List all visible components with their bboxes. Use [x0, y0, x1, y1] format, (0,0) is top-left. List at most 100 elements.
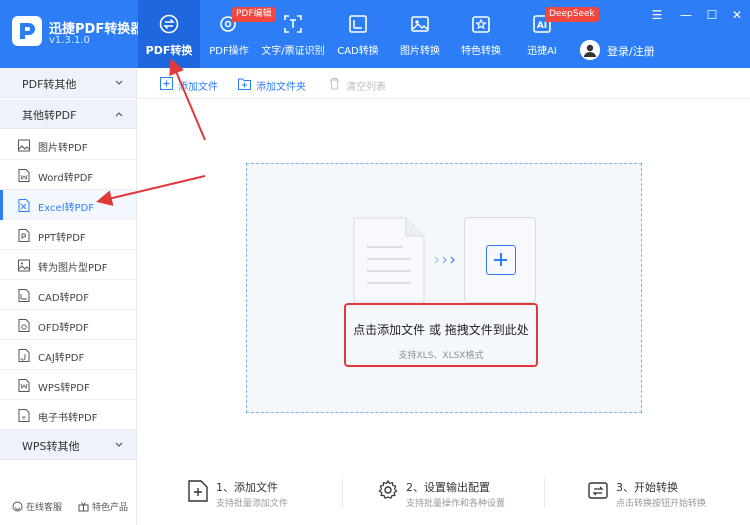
gift-icon — [78, 502, 89, 512]
trash-icon — [330, 78, 339, 90]
minimize-icon[interactable]: — — [679, 8, 693, 22]
nav-label: PDF转换 — [145, 44, 193, 57]
sidebar-item-ppt-to-pdf[interactable]: PPT转PDF — [0, 220, 136, 250]
avatar — [580, 40, 600, 60]
step-add-file: 1、添加文件 支持批量添加文件 — [188, 470, 388, 515]
headset-icon — [12, 501, 23, 512]
start-convert-icon — [588, 482, 608, 499]
image-file-icon — [18, 139, 30, 152]
deepseek-tag: DeepSeek — [545, 7, 599, 22]
app-header: 迅捷PDF转换器 v1.3.1.0 PDF转换 PDF操作 PDF编辑 文字/票… — [0, 0, 750, 68]
nav-image[interactable]: 图片转换 — [394, 0, 446, 68]
sidebar-item-image-to-pdf[interactable]: 图片转PDF — [0, 130, 136, 160]
sidebar-item-label: 转为图片型PDF — [38, 263, 108, 274]
step-desc: 支持批量操作和各种设置 — [406, 499, 506, 509]
ebook-file-icon: e — [18, 409, 30, 422]
login-label: 登录/注册 — [607, 45, 655, 58]
sidebar-item-label: 图片转PDF — [38, 143, 88, 154]
sidebar-item-ofd-to-pdf[interactable]: OFD转PDF — [0, 310, 136, 340]
arrows-icon — [434, 256, 455, 264]
step-title: 3、开始转换 — [616, 481, 678, 494]
menu-icon[interactable]: ☰ — [650, 8, 664, 22]
toolbar: 添加文件 添加文件夹 清空列表 — [138, 68, 750, 99]
sidebar-item-label: WPS转PDF — [38, 383, 90, 394]
chevron-down-icon — [115, 442, 123, 447]
drop-zone-main-text: 点击添加文件 或 拖拽文件到此处 — [353, 323, 529, 337]
svg-text:AI: AI — [537, 21, 547, 31]
online-support-label: 在线客服 — [26, 503, 63, 513]
nav-label: 图片转换 — [400, 46, 440, 57]
nav-cad[interactable]: CAD转换 — [332, 0, 384, 68]
maximize-icon[interactable]: ☐ — [705, 8, 719, 22]
sidebar-item-label: OFD转PDF — [38, 323, 89, 334]
clear-list-label: 清空列表 — [346, 82, 386, 93]
settings-icon — [378, 480, 398, 499]
sidebar-footer: 在线客服 特色产品 — [0, 488, 136, 525]
step-divider — [342, 478, 343, 508]
wps-file-icon — [18, 379, 30, 392]
add-folder-label: 添加文件夹 — [256, 82, 306, 93]
sidebar-item-wps-to-pdf[interactable]: WPS转PDF — [0, 370, 136, 400]
cad-file-icon — [18, 289, 30, 302]
featured-products-label: 特色产品 — [92, 503, 129, 513]
sidebar-group-label: WPS转其他 — [22, 440, 80, 453]
svg-text:e: e — [22, 415, 26, 422]
sidebar-group-pdf-to-other[interactable]: PDF转其他 — [0, 68, 136, 98]
add-file-label: 添加文件 — [178, 82, 218, 93]
excel-file-icon — [18, 199, 30, 212]
add-folder-icon — [238, 78, 251, 90]
chevron-up-icon — [115, 112, 123, 117]
nav-ocr[interactable]: 文字/票证识别 — [258, 0, 328, 68]
sidebar-item-cad-to-pdf[interactable]: CAD转PDF — [0, 280, 136, 310]
avatar-icon — [580, 40, 600, 60]
star-icon — [472, 16, 490, 33]
sidebar-item-word-to-pdf[interactable]: Word转PDF — [0, 160, 136, 190]
app-logo — [12, 16, 42, 46]
sidebar-group-other-to-pdf[interactable]: 其他转PDF — [0, 99, 136, 129]
document-icon — [353, 217, 425, 303]
step-desc: 点击转换按钮开始转换 — [616, 499, 707, 509]
app-logo-icon — [20, 23, 35, 39]
sidebar: PDF转其他 其他转PDF 图片转PDF Word转PDF Excel转PDF … — [0, 68, 137, 525]
step-settings: 2、设置输出配置 支持批量操作和各种设置 — [378, 470, 578, 515]
sidebar-group-label: 其他转PDF — [22, 109, 77, 122]
nav-label: 迅捷AI — [527, 46, 557, 57]
sidebar-item-label: CAD转PDF — [38, 293, 90, 304]
nav-label: 特色转换 — [461, 46, 501, 57]
convert-icon — [159, 14, 179, 34]
sidebar-item-caj-to-pdf[interactable]: CAJ转PDF — [0, 340, 136, 370]
caj-file-icon — [18, 349, 30, 362]
close-icon[interactable]: ✕ — [730, 8, 744, 22]
step-title: 2、设置输出配置 — [406, 481, 490, 494]
plus-icon — [486, 245, 516, 275]
sidebar-item-label: Excel转PDF — [38, 203, 94, 214]
drop-zone-sub-text: 支持XLS、XLSX格式 — [398, 351, 484, 361]
step-title: 1、添加文件 — [216, 481, 278, 494]
chevron-down-icon — [115, 80, 123, 85]
image-icon — [411, 16, 429, 32]
add-file-card[interactable] — [464, 217, 536, 303]
sidebar-group-wps-to-other[interactable]: WPS转其他 — [0, 430, 136, 460]
file-drop-zone[interactable]: 点击添加文件 或 拖拽文件到此处 支持XLS、XLSX格式 — [246, 163, 642, 413]
sidebar-item-label: PPT转PDF — [38, 233, 86, 244]
add-file-icon — [188, 480, 208, 502]
sidebar-group-label: PDF转其他 — [22, 78, 77, 91]
sidebar-item-excel-to-pdf[interactable]: Excel转PDF — [0, 190, 136, 220]
nav-label: CAD转换 — [337, 46, 379, 57]
ocr-icon — [284, 15, 302, 33]
sidebar-item-ebook-to-pdf[interactable]: e 电子书转PDF — [0, 400, 136, 430]
sidebar-item-label: 电子书转PDF — [38, 413, 98, 424]
cad-icon — [349, 15, 367, 33]
nav-label: PDF操作 — [209, 46, 249, 57]
step-desc: 支持批量添加文件 — [216, 499, 289, 509]
nav-label: 文字/票证识别 — [261, 46, 325, 57]
step-divider — [544, 478, 545, 508]
nav-featured[interactable]: 特色转换 — [455, 0, 507, 68]
drop-zone-text-box[interactable]: 点击添加文件 或 拖拽文件到此处 支持XLS、XLSX格式 — [344, 303, 538, 367]
step-start-convert: 3、开始转换 点击转换按钮开始转换 — [588, 470, 750, 515]
sidebar-item-label: Word转PDF — [38, 173, 94, 184]
ppt-file-icon — [18, 229, 30, 242]
sidebar-item-to-image-pdf[interactable]: 转为图片型PDF — [0, 250, 136, 280]
word-file-icon — [18, 169, 30, 182]
nav-pdf-convert[interactable]: PDF转换 — [138, 0, 200, 68]
